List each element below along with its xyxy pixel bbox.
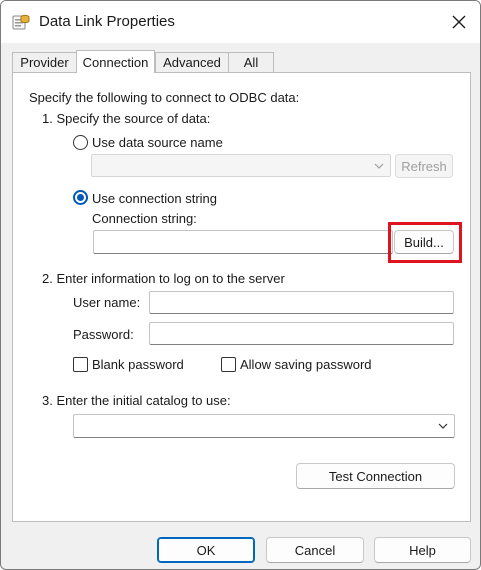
password-label: Password: [73, 327, 134, 342]
cancel-button[interactable]: Cancel [266, 537, 364, 563]
test-connection-button[interactable]: Test Connection [296, 463, 455, 489]
allow-saving-password-checkbox[interactable] [221, 357, 236, 372]
refresh-button[interactable]: Refresh [395, 154, 453, 178]
tab-all[interactable]: All [228, 52, 274, 72]
tab-provider[interactable]: Provider [12, 52, 77, 72]
step1-heading: 1. Specify the source of data: [42, 111, 211, 126]
username-label: User name: [73, 295, 141, 310]
window-title: Data Link Properties [39, 13, 175, 30]
blank-password-label: Blank password [92, 357, 184, 372]
step3-heading: 3. Enter the initial catalog to use: [42, 393, 231, 408]
close-button[interactable] [443, 7, 475, 37]
dsn-dropdown[interactable] [91, 154, 391, 177]
chevron-down-icon [374, 163, 384, 169]
connection-string-input[interactable] [93, 230, 393, 254]
connstring-caption: Connection string: [92, 211, 197, 226]
dialog-footer: OK Cancel Help [1, 529, 480, 569]
title-bar: Data Link Properties [1, 1, 480, 43]
initial-catalog-dropdown[interactable] [73, 414, 455, 438]
step2-heading: 2. Enter information to log on to the se… [42, 271, 285, 286]
username-input[interactable] [149, 291, 454, 314]
intro-text: Specify the following to connect to ODBC… [29, 90, 300, 105]
use-dsn-label: Use data source name [92, 135, 223, 150]
ok-button[interactable]: OK [157, 537, 255, 563]
tab-connection[interactable]: Connection [76, 50, 155, 73]
allow-saving-password-label: Allow saving password [240, 357, 372, 372]
use-dsn-radio[interactable] [73, 135, 88, 150]
use-connstring-radio[interactable] [73, 190, 88, 205]
data-link-icon [12, 13, 30, 31]
blank-password-checkbox[interactable] [73, 357, 88, 372]
tab-advanced[interactable]: Advanced [155, 52, 229, 72]
chevron-down-icon [438, 423, 448, 429]
close-icon [452, 15, 466, 29]
use-connstring-label: Use connection string [92, 191, 218, 206]
data-link-properties-dialog: Data Link Properties Provider Connection… [0, 0, 481, 570]
help-button[interactable]: Help [374, 537, 471, 563]
password-input[interactable] [149, 322, 454, 345]
build-button[interactable]: Build... [394, 230, 454, 254]
